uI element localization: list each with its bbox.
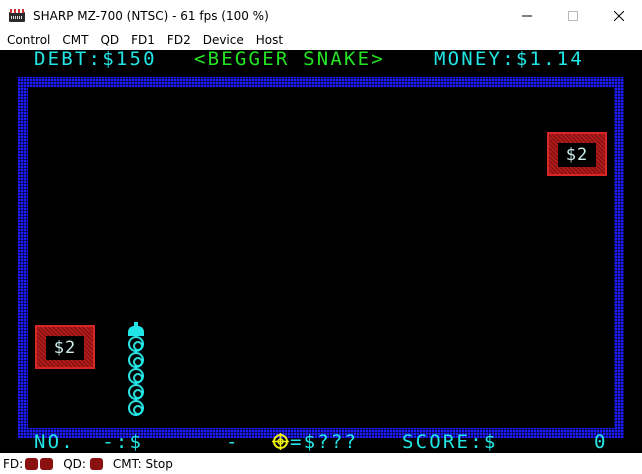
menu-cmt[interactable]: CMT — [56, 31, 94, 50]
coin-icon — [272, 433, 289, 450]
close-icon — [614, 10, 624, 21]
close-button[interactable] — [596, 0, 642, 31]
emulator-screen[interactable]: DEBT:$150 <BEGGER SNAKE> MONEY:$1.14 $2 … — [0, 50, 642, 453]
coin-value-label: =$??? — [290, 431, 359, 453]
maximize-button[interactable] — [550, 0, 596, 31]
menu-control[interactable]: Control — [0, 31, 56, 50]
menu-host[interactable]: Host — [250, 31, 289, 50]
maximize-icon — [568, 10, 578, 21]
status-bar: FD: QD: CMT: Stop — [0, 453, 642, 474]
menu-qd[interactable]: QD — [94, 31, 125, 50]
playfield-border — [18, 77, 624, 438]
window-title: SHARP MZ-700 (NTSC) - 61 fps (100 %) — [33, 8, 269, 23]
qd-status: QD: — [63, 457, 103, 471]
snake — [128, 322, 146, 416]
money-pickup: $2 — [547, 132, 607, 176]
money-pickup-label: $2 — [558, 143, 596, 167]
money-label: MONEY:$1.14 — [434, 50, 585, 70]
score-label: SCORE:$ — [402, 431, 498, 453]
cmt-label: CMT: Stop — [112, 456, 173, 471]
fd-label: FD: — [3, 456, 24, 471]
fd-status: FD: — [3, 456, 54, 471]
computer-icon — [9, 8, 25, 24]
snake-head — [128, 322, 144, 336]
title-bar: SHARP MZ-700 (NTSC) - 61 fps (100 %) — [0, 0, 642, 31]
cmt-status: CMT: Stop — [113, 457, 173, 471]
fd2-led-icon — [40, 457, 54, 470]
snake-segment — [128, 368, 144, 384]
number-label: NO. -:$ — [34, 431, 144, 453]
qd-led-icon — [89, 457, 103, 470]
snake-segment — [128, 384, 144, 400]
menu-device[interactable]: Device — [197, 31, 250, 50]
score-value: 0 — [594, 431, 608, 453]
snake-segment — [128, 336, 144, 352]
money-pickup: $2 — [35, 325, 95, 369]
minimize-button[interactable] — [504, 0, 550, 31]
money-pickup-label: $2 — [46, 336, 84, 360]
minimize-icon — [522, 15, 532, 16]
fd1-led-icon — [25, 457, 39, 470]
debt-label: DEBT:$150 — [34, 50, 157, 70]
qd-label: QD: — [63, 456, 86, 471]
menu-fd2[interactable]: FD2 — [161, 31, 197, 50]
snake-segment — [128, 400, 144, 416]
window-controls — [504, 0, 642, 31]
game-title: <BEGGER SNAKE> — [194, 50, 385, 70]
menu-bar: Control CMT QD FD1 FD2 Device Host — [0, 31, 642, 50]
dash-label: - — [226, 431, 240, 453]
snake-segment — [128, 352, 144, 368]
menu-fd1[interactable]: FD1 — [125, 31, 161, 50]
